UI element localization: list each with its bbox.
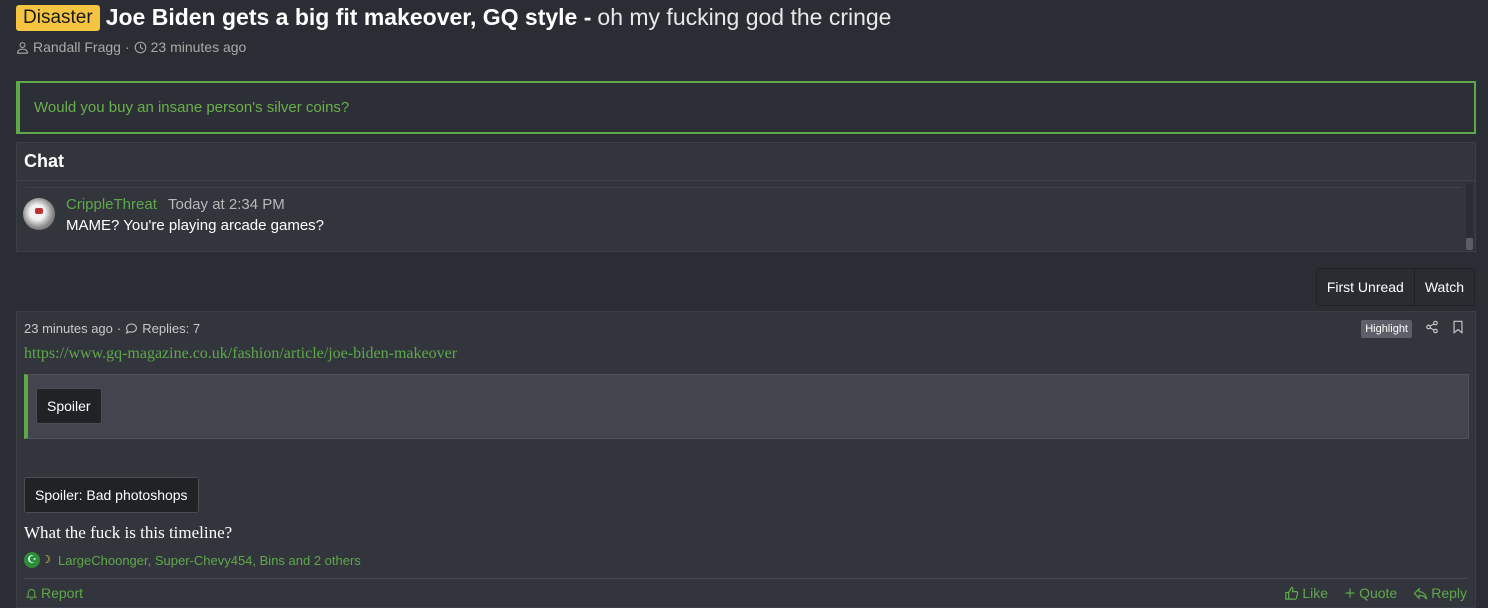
article-link[interactable]: https://www.gq-magazine.co.uk/fashion/ar…: [24, 345, 457, 363]
thread-meta: Randall Fragg · 23 minutes ago: [16, 39, 246, 55]
post: 23 minutes ago · Replies: 7 Highlight ht…: [16, 311, 1476, 608]
chat-widget: Chat CrippleThreat Today at 2:34 PM MAME…: [16, 142, 1476, 252]
chat-title: Chat: [24, 151, 64, 171]
chat-scrollbar[interactable]: [1466, 183, 1473, 250]
report-link[interactable]: Report: [25, 585, 83, 601]
post-meta: 23 minutes ago · Replies: 7: [24, 321, 200, 336]
thumbs-up-icon: [1284, 586, 1299, 601]
chat-message: MAME? You're playing arcade games?: [66, 217, 325, 234]
spoiler-bad-photoshops-button[interactable]: Spoiler: Bad photoshops: [24, 477, 199, 513]
avatar[interactable]: [23, 198, 55, 230]
thread-title-main: Joe Biden gets a big fit makeover, GQ st…: [105, 4, 592, 30]
bell-icon: [25, 587, 38, 600]
thread-prefix-badge[interactable]: Disaster: [16, 4, 100, 31]
divider: [25, 187, 1461, 188]
thread-title: Disaster Joe Biden gets a big fit makeov…: [16, 4, 891, 31]
like-button[interactable]: Like: [1284, 585, 1328, 601]
notice-banner: Would you buy an insane person's silver …: [16, 81, 1476, 134]
first-unread-button[interactable]: First Unread: [1316, 269, 1414, 305]
reply-label: Reply: [1431, 585, 1467, 601]
post-actions: Like Quote Reply: [1284, 585, 1467, 601]
spoiler-quote-block: Spoiler: [24, 374, 1469, 439]
reply-arrow-icon: [1413, 586, 1428, 601]
moon-icon: ☽: [41, 554, 51, 566]
report-label: Report: [41, 585, 84, 601]
reactions-list[interactable]: LargeChoonger, Super-Chevy454, Bins and …: [58, 553, 361, 568]
thread-time[interactable]: 23 minutes ago: [151, 39, 247, 55]
quote-button[interactable]: Quote: [1344, 585, 1397, 601]
quote-label: Quote: [1359, 585, 1398, 601]
notice-text: Would you buy an insane person's silver …: [34, 99, 350, 116]
thread-author[interactable]: Randall Fragg: [33, 39, 121, 55]
divider: [17, 180, 1475, 181]
spoiler-button[interactable]: Spoiler: [36, 388, 102, 424]
post-body: What the fuck is this timeline?: [24, 523, 233, 542]
meta-separator: ·: [116, 321, 122, 336]
highlight-badge[interactable]: Highlight: [1361, 320, 1412, 338]
watch-button[interactable]: Watch: [1413, 269, 1474, 305]
thread-button-group: First Unread Watch: [1315, 268, 1475, 306]
plus-icon: [1344, 587, 1356, 599]
chat-timestamp: Today at 2:34 PM: [168, 196, 285, 213]
post-replies: Replies: 7: [142, 321, 201, 336]
reply-button[interactable]: Reply: [1413, 585, 1467, 601]
post-time[interactable]: 23 minutes ago: [24, 321, 113, 336]
clock-icon: [134, 41, 147, 54]
user-icon: [16, 41, 29, 54]
divider: [24, 578, 1468, 579]
chat-username[interactable]: CrippleThreat: [66, 196, 157, 213]
bookmark-icon[interactable]: [1451, 320, 1465, 334]
share-icon[interactable]: [1425, 320, 1439, 334]
meta-separator: ·: [124, 39, 130, 55]
thread-title-rest: oh my fucking god the cringe: [597, 4, 892, 30]
like-label: Like: [1302, 585, 1329, 601]
speech-bubble-icon: [125, 322, 138, 335]
reactions-bar: ☪ ☽ LargeChoonger, Super-Chevy454, Bins …: [24, 552, 361, 568]
